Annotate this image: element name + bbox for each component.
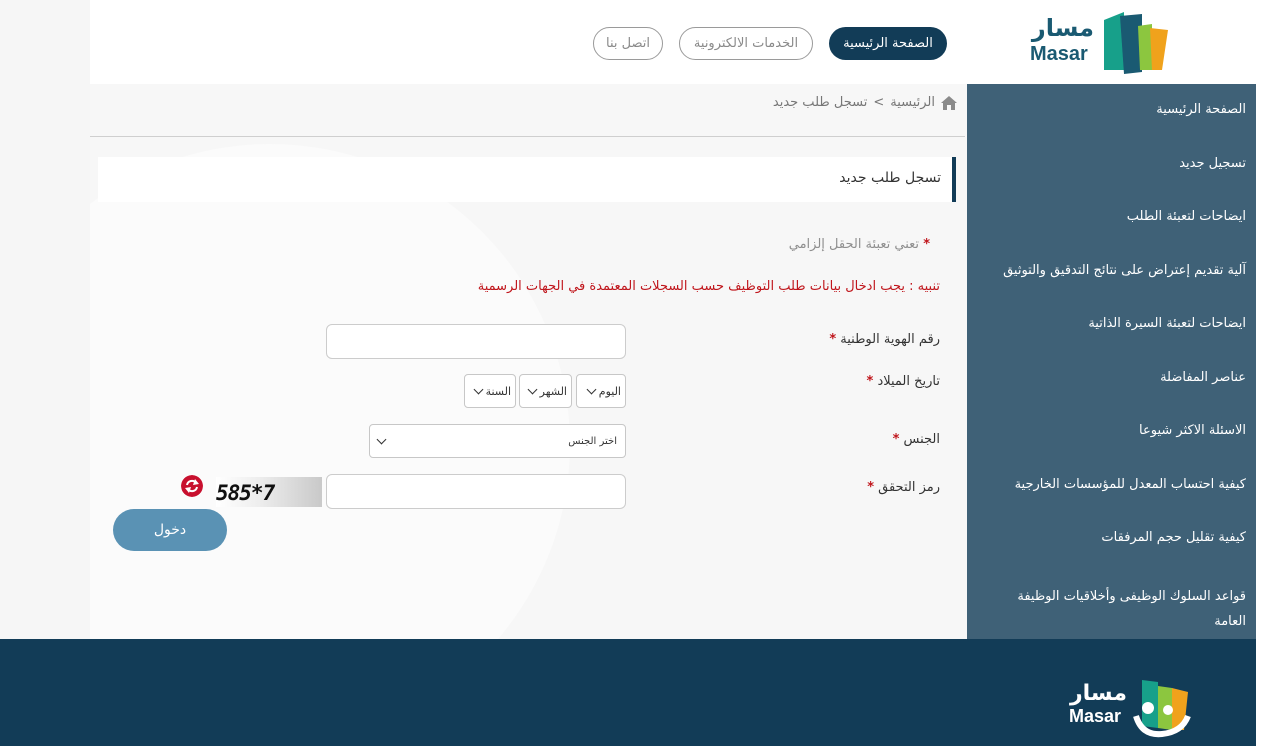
chevron-down-icon	[473, 384, 484, 394]
birth-year-select[interactable]: السنة	[464, 374, 516, 408]
chevron-down-icon	[376, 434, 387, 444]
logo-english-text: Masar	[1030, 43, 1088, 65]
gender-label-text: الجنس	[903, 432, 940, 447]
national-id-input[interactable]	[326, 324, 626, 359]
sidebar-item-objection[interactable]: آلية تقديم إعتراض على نتائج التدقيق والت…	[1003, 258, 1246, 283]
required-note: * تعني تعبئة الحقل إلزامي	[789, 237, 930, 252]
right-margin	[1256, 84, 1274, 746]
sidebar-item-attachments-size[interactable]: كيفية تقليل حجم المرفقات	[1101, 525, 1246, 550]
captcha-label-text: رمز التحقق	[878, 480, 940, 495]
captcha-code: 585*7	[216, 481, 275, 505]
sidebar-item-cv-help[interactable]: ايضاحات لتعبئة السيرة الذاتية	[1088, 311, 1246, 336]
home-icon[interactable]	[941, 95, 957, 110]
masar-logo[interactable]: مسار Masar	[1028, 10, 1170, 74]
birthdate-label: تاريخ الميلاد *	[866, 374, 940, 389]
sidebar-item-application-help[interactable]: ايضاحات لتعبئة الطلب	[1127, 204, 1246, 229]
birth-day-value: اليوم	[598, 384, 621, 398]
breadcrumb-current: تسجل طلب جديد	[772, 95, 868, 110]
footer-logo-english: Masar	[1069, 706, 1122, 726]
sidebar-item-criteria[interactable]: عناصر المفاضلة	[1160, 365, 1246, 390]
sidebar: الصفحة الرئيسية تسجيل جديد ايضاحات لتعبئ…	[967, 84, 1256, 639]
logo-mark-icon	[1104, 12, 1168, 74]
site-footer: مسار Masar	[0, 639, 1256, 746]
page-title-box: تسجل طلب جديد	[98, 157, 956, 202]
breadcrumb-separator: >	[873, 95, 885, 110]
birth-month-value: الشهر	[539, 384, 567, 398]
required-star: *	[866, 374, 874, 389]
gender-select[interactable]: اختر الجنس	[369, 424, 626, 458]
vision-2030-logo-icon	[1133, 680, 1191, 738]
captcha-image: 585*7	[216, 477, 322, 507]
captcha-input[interactable]	[326, 474, 626, 509]
required-star: *	[892, 432, 900, 447]
breadcrumb: الرئيسية > تسجل طلب جديد	[773, 95, 957, 110]
birth-day-select[interactable]: اليوم	[576, 374, 626, 408]
page-title: تسجل طلب جديد	[839, 170, 941, 186]
logo-arabic-text: مسار	[1031, 14, 1094, 42]
breadcrumb-home-link[interactable]: الرئيسية	[890, 95, 935, 110]
refresh-captcha-icon[interactable]	[181, 475, 203, 497]
sidebar-item-gpa-calculation[interactable]: كيفية احتساب المعدل للمؤسسات الخارجية	[1015, 472, 1246, 497]
warning-text: تنبيه : يجب ادخال بيانات طلب التوظيف حسب…	[477, 279, 940, 294]
nav-eservices-button[interactable]: الخدمات الالكترونية	[679, 27, 813, 60]
sidebar-item-home[interactable]: الصفحة الرئيسية	[1156, 97, 1246, 122]
login-button[interactable]: دخول	[113, 509, 227, 551]
left-margin	[0, 0, 90, 639]
sidebar-item-faq[interactable]: الاسئلة الاكثر شيوعا	[1139, 418, 1246, 443]
footer-logo-arabic: مسار	[1070, 681, 1127, 706]
national-id-label-text: رقم الهوية الوطنية	[840, 332, 940, 347]
required-star: *	[923, 237, 930, 252]
chevron-down-icon	[527, 384, 538, 394]
birthdate-label-text: تاريخ الميلاد	[877, 374, 940, 389]
nav-contact-button[interactable]: اتصل بنا	[593, 27, 663, 60]
gender-value: اختر الجنس	[568, 435, 617, 447]
nav-home-button[interactable]: الصفحة الرئيسية	[829, 27, 947, 60]
required-note-text: تعني تعبئة الحقل إلزامي	[788, 237, 920, 252]
breadcrumb-divider	[90, 136, 965, 137]
national-id-label: رقم الهوية الوطنية *	[829, 332, 940, 347]
main-content: الرئيسية > تسجل طلب جديد تسجل طلب جديد *…	[90, 84, 967, 639]
birth-year-value: السنة	[485, 384, 511, 398]
required-star: *	[867, 480, 874, 495]
sidebar-item-code-of-conduct[interactable]: قواعد السلوك الوظيفى وأخلاقيات الوظيفة ا…	[984, 584, 1246, 634]
captcha-label: رمز التحقق *	[867, 480, 940, 495]
birth-month-select[interactable]: الشهر	[519, 374, 572, 408]
gender-label: الجنس *	[893, 432, 940, 447]
required-star: *	[829, 332, 837, 347]
chevron-down-icon	[586, 384, 597, 394]
sidebar-item-new-registration[interactable]: تسجيل جديد	[1179, 151, 1246, 176]
